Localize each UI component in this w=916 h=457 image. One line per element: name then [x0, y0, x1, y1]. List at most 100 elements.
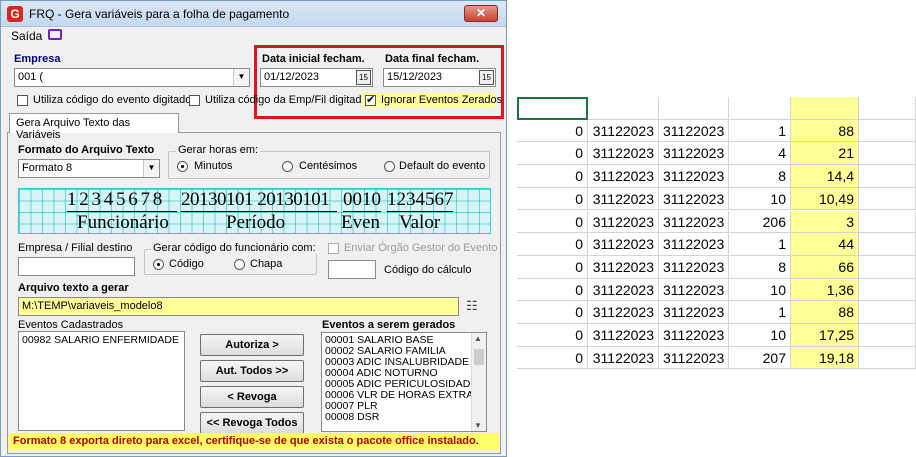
sheet-cell[interactable] [859, 324, 916, 347]
sheet-cell[interactable]: 66 [791, 255, 859, 279]
sheet-cell[interactable] [859, 210, 916, 234]
sheet-cell[interactable]: 8 [729, 255, 791, 279]
arquivo-field[interactable]: M:\TEMP\variaveis_modelo8 [18, 297, 459, 316]
chevron-down-icon[interactable]: ▼ [143, 160, 159, 177]
sheet-cell[interactable] [859, 165, 916, 188]
sheet-cell[interactable]: 31122023 [588, 301, 659, 324]
sheet-cell[interactable]: 31122023 [588, 255, 659, 279]
browse-folder-icon[interactable]: ☷ [466, 298, 478, 314]
sheet-cell[interactable]: 31122023 [588, 142, 659, 166]
close-button[interactable]: ✕ [464, 5, 498, 22]
sheet-cell[interactable]: 17,25 [791, 324, 859, 347]
sheet-cell[interactable]: 31122023 [659, 210, 729, 234]
sheet-cell[interactable]: 1 [729, 301, 791, 324]
usa-codigo-emp-fil-checkbox[interactable] [189, 95, 200, 106]
sheet-cell[interactable]: 0 [517, 324, 588, 347]
sheet-cell[interactable]: 88 [791, 119, 859, 143]
sheet-cell[interactable]: 31122023 [588, 165, 659, 188]
empresa-filial-destino-field[interactable] [18, 257, 135, 276]
sheet-cell[interactable]: 31122023 [588, 187, 659, 211]
eventos-gerados-list[interactable]: 00001 SALARIO BASE 00002 SALARIO FAMILIA… [321, 332, 487, 432]
sheet-cell[interactable]: 31122023 [588, 346, 659, 370]
sheet-cell[interactable]: 31122023 [659, 346, 729, 370]
calendar-icon[interactable]: 15 [479, 70, 494, 85]
data-inicial-field[interactable]: 01/12/2023 15 [260, 68, 373, 87]
sheet-cell[interactable] [588, 97, 659, 120]
sheet-cell[interactable]: 31122023 [588, 278, 659, 302]
sheet-cell[interactable]: 31122023 [659, 255, 729, 279]
sheet-cell[interactable]: 0 [517, 165, 588, 188]
sheet-cell[interactable]: 10 [729, 278, 791, 302]
sheet-cell[interactable]: 88 [791, 301, 859, 324]
sheet-cell[interactable]: 31122023 [588, 324, 659, 347]
selected-cell[interactable] [517, 97, 588, 120]
codigo-calculo-field[interactable] [328, 260, 376, 279]
sheet-cell[interactable]: 0 [517, 255, 588, 279]
sheet-cell[interactable] [791, 97, 859, 120]
sheet-cell[interactable]: 4 [729, 142, 791, 166]
sheet-cell[interactable] [859, 255, 916, 279]
sheet-cell[interactable]: 44 [791, 233, 859, 256]
sheet-cell[interactable] [859, 233, 916, 256]
formato-combo[interactable]: Formato 8 ▼ [18, 159, 160, 178]
vertical-scrollbar[interactable]: ▲ ▼ [471, 333, 486, 431]
sheet-cell[interactable]: 8 [729, 165, 791, 188]
sheet-cell[interactable] [729, 97, 791, 120]
sheet-cell[interactable] [659, 97, 729, 120]
monitor-icon[interactable] [48, 29, 62, 40]
sheet-cell[interactable]: 0 [517, 233, 588, 256]
radio-default-evento[interactable] [384, 161, 395, 172]
list-item[interactable]: 00008 DSR [322, 412, 486, 423]
sheet-cell[interactable] [859, 301, 916, 324]
sheet-cell[interactable]: 31122023 [659, 187, 729, 211]
empresa-combo[interactable]: 001 ( ▼ [14, 68, 250, 87]
chevron-down-icon[interactable]: ▼ [233, 69, 249, 86]
sheet-cell[interactable]: 31122023 [588, 233, 659, 256]
sheet-cell[interactable]: 0 [517, 346, 588, 370]
sheet-cell[interactable]: 0 [517, 278, 588, 302]
sheet-cell[interactable]: 0 [517, 119, 588, 143]
sheet-cell[interactable]: 31122023 [659, 301, 729, 324]
sheet-cell[interactable]: 19,18 [791, 346, 859, 370]
sheet-cell[interactable]: 10,49 [791, 187, 859, 211]
sheet-cell[interactable] [859, 119, 916, 143]
sheet-cell[interactable]: 31122023 [659, 142, 729, 166]
revoga-todos-button[interactable]: << Revoga Todos [200, 412, 304, 434]
radio-chapa[interactable] [234, 259, 245, 270]
title-bar[interactable]: G FRQ - Gera variáveis para a folha de p… [1, 1, 506, 27]
sheet-cell[interactable] [859, 142, 916, 166]
sheet-cell[interactable]: 31122023 [659, 233, 729, 256]
sheet-cell[interactable] [859, 97, 916, 120]
sheet-cell[interactable]: 0 [517, 187, 588, 211]
sheet-cell[interactable]: 0 [517, 210, 588, 234]
sheet-cell[interactable]: 0 [517, 142, 588, 166]
sheet-cell[interactable]: 206 [729, 210, 791, 234]
radio-centesimos[interactable] [282, 161, 293, 172]
sheet-cell[interactable]: 10 [729, 187, 791, 211]
sheet-cell[interactable]: 207 [729, 346, 791, 370]
enviar-orgao-checkbox[interactable] [328, 243, 339, 254]
revoga-button[interactable]: < Revoga [200, 386, 304, 408]
ignorar-zerados-checkbox[interactable] [365, 93, 376, 106]
sheet-cell[interactable]: 31122023 [659, 119, 729, 143]
sheet-cell[interactable]: 31122023 [588, 210, 659, 234]
sheet-cell[interactable]: 31122023 [588, 119, 659, 143]
calendar-icon[interactable]: 15 [356, 70, 371, 85]
sheet-cell[interactable]: 21 [791, 142, 859, 166]
tab-gera-arquivo[interactable]: Gera Arquivo Texto das Variáveis [9, 113, 179, 141]
sheet-cell[interactable]: 31122023 [659, 165, 729, 188]
data-final-field[interactable]: 15/12/2023 15 [383, 68, 496, 87]
usa-codigo-evento-checkbox[interactable] [17, 95, 28, 106]
sheet-cell[interactable]: 1 [729, 119, 791, 143]
sheet-cell[interactable]: 3 [791, 210, 859, 234]
eventos-cadastrados-list[interactable]: 00982 SALARIO ENFERMIDADE [18, 331, 185, 431]
scroll-thumb[interactable] [474, 349, 484, 365]
sheet-cell[interactable]: 10 [729, 324, 791, 347]
sheet-cell[interactable]: 31122023 [659, 324, 729, 347]
sheet-cell[interactable] [859, 346, 916, 370]
sheet-cell[interactable]: 0 [517, 301, 588, 324]
sheet-cell[interactable]: 31122023 [659, 278, 729, 302]
sheet-cell[interactable]: 14,4 [791, 165, 859, 188]
menu-saida[interactable]: Saída [11, 29, 42, 43]
sheet-cell[interactable]: 1,36 [791, 278, 859, 302]
